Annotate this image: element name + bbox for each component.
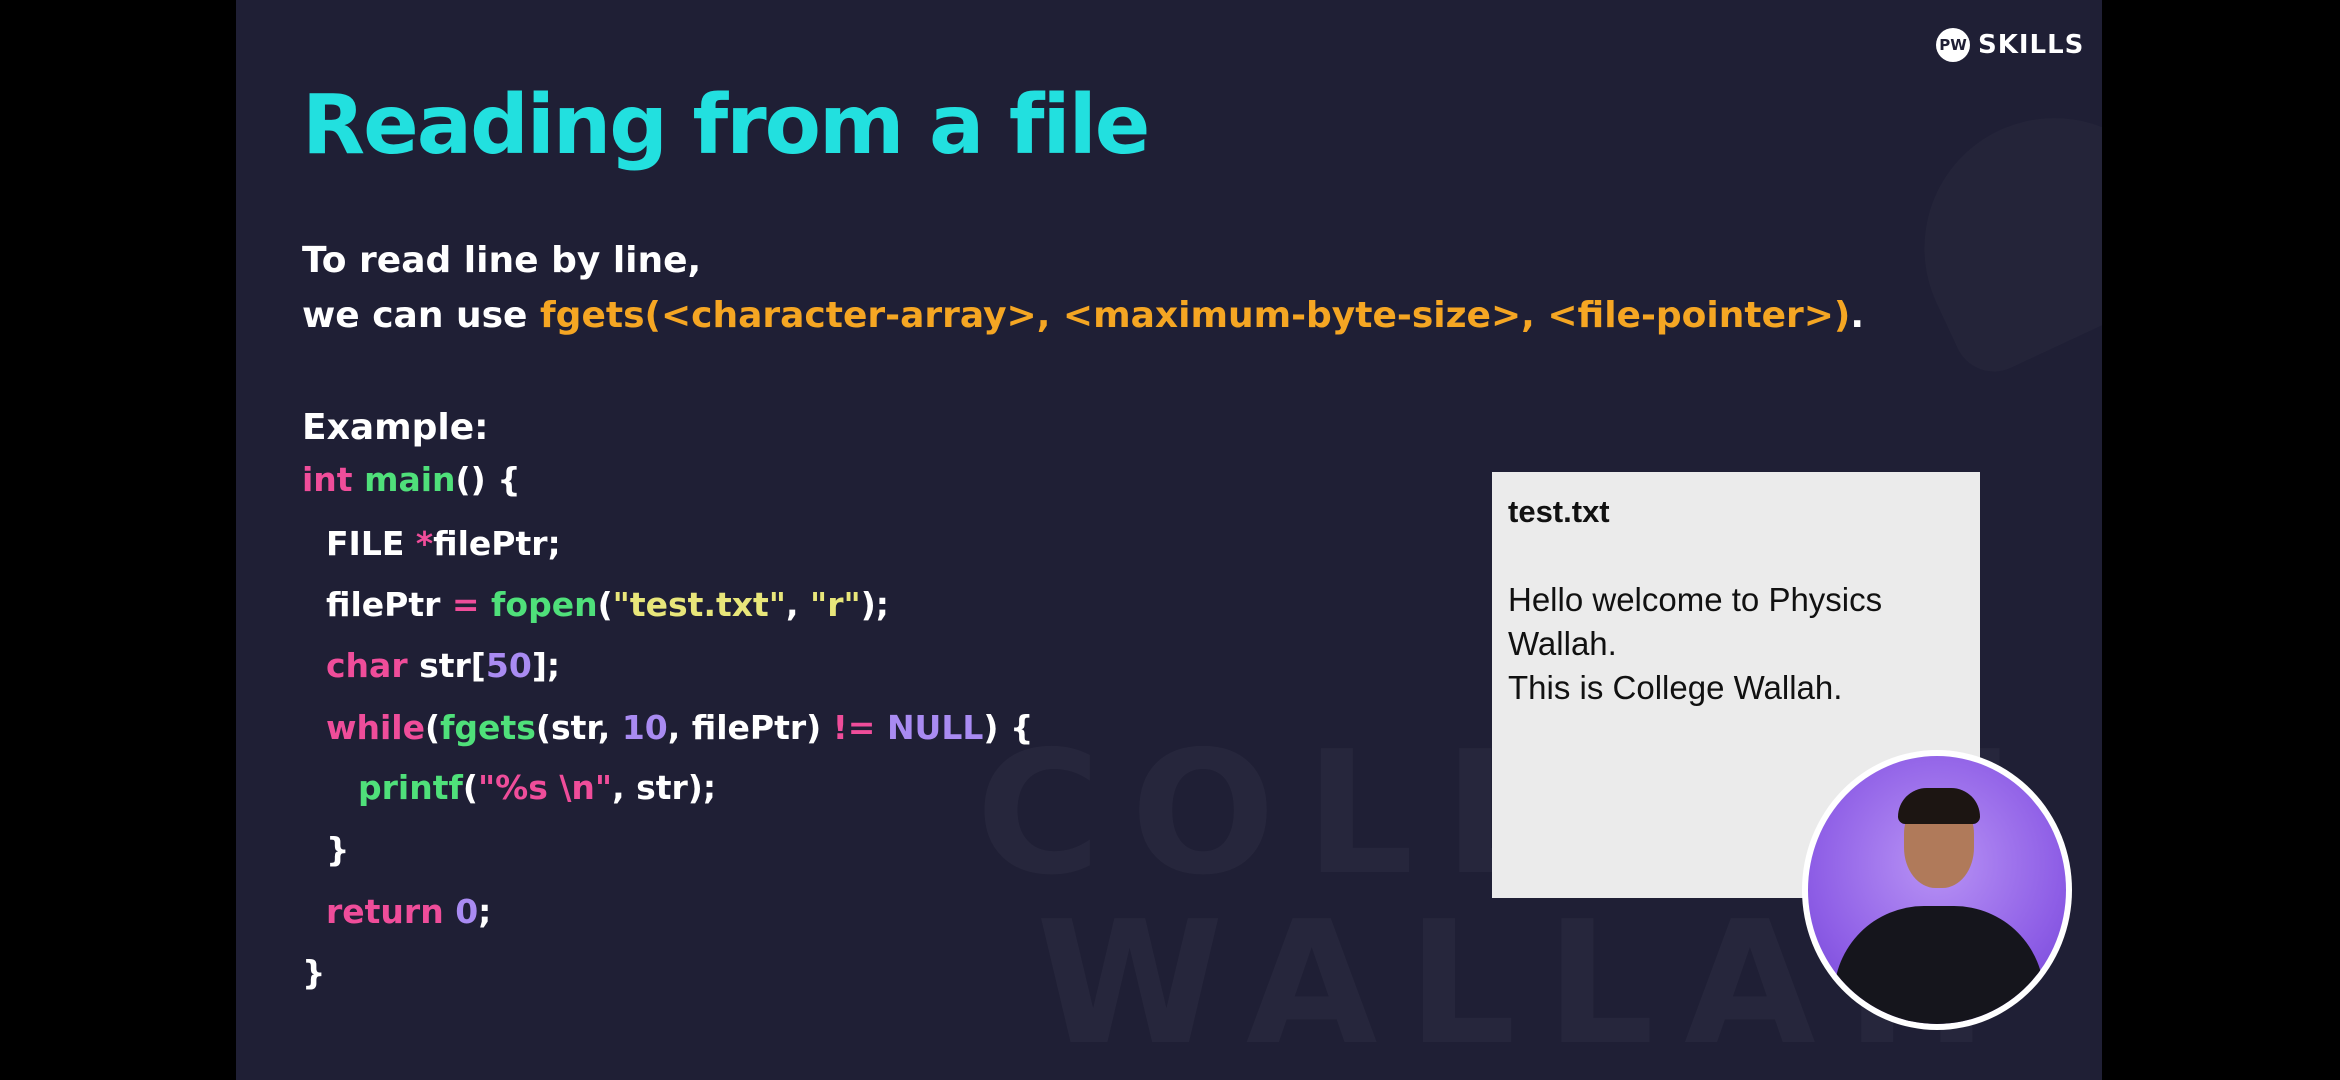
- code-token: , str);: [612, 768, 717, 807]
- code-line: return 0;: [326, 892, 491, 931]
- code-token: FILE: [326, 524, 416, 563]
- code-line: }: [302, 953, 326, 992]
- code-token: char: [326, 646, 420, 685]
- code-line: printf("%s \n", str);: [358, 768, 716, 807]
- code-token: filePtr;: [433, 524, 561, 563]
- file-content-line: This is College Wallah.: [1508, 669, 1843, 706]
- file-name: test.txt: [1508, 494, 1610, 529]
- code-token: );: [860, 585, 889, 624]
- code-line: int main() {: [302, 460, 521, 499]
- file-content-line: Hello welcome to Physics: [1508, 581, 1883, 618]
- presenter-video: [1802, 750, 2072, 1030]
- code-line: char str[50];: [326, 646, 560, 685]
- code-token: return: [326, 892, 456, 931]
- code-token: 0: [455, 892, 479, 931]
- code-token: "%s \n": [477, 768, 613, 807]
- code-token: str[: [419, 646, 486, 685]
- presenter-body: [1834, 906, 2044, 1024]
- code-line: filePtr = fopen("test.txt", "r");: [326, 585, 889, 624]
- fgets-signature: fgets(<character-array>, <maximum-byte-s…: [540, 295, 1851, 336]
- code-token: NULL: [886, 708, 984, 747]
- file-content-line: Wallah.: [1508, 625, 1617, 662]
- code-line: FILE *filePtr;: [326, 524, 561, 563]
- pw-logo-icon: PW: [1936, 28, 1970, 62]
- intro-prefix: we can use: [302, 295, 541, 336]
- code-token: =: [451, 585, 480, 624]
- watermark-swoosh: [1882, 75, 2102, 384]
- code-token: ;: [478, 892, 492, 931]
- code-token: printf: [358, 768, 463, 807]
- code-token: fgets: [440, 708, 536, 747]
- code-token: (: [462, 768, 478, 807]
- file-content: Hello welcome to Physics Wallah. This is…: [1508, 578, 1964, 710]
- code-line: while(fgets(str, 10, filePtr) != NULL) {: [326, 708, 1034, 747]
- code-token: ,: [786, 585, 811, 624]
- code-token: *: [415, 524, 434, 563]
- code-token: }: [326, 830, 350, 869]
- code-token: 10: [621, 708, 668, 747]
- code-token: , filePtr): [667, 708, 833, 747]
- intro-line-2: we can use fgets(<character-array>, <max…: [302, 295, 1864, 336]
- code-token: (: [597, 585, 613, 624]
- code-token: int: [302, 460, 365, 499]
- presenter-background: [1808, 756, 2066, 1024]
- code-token: while: [326, 708, 425, 747]
- code-token: }: [302, 953, 326, 992]
- logo-text: SKILLS: [1978, 30, 2085, 60]
- code-token: () {: [455, 460, 521, 499]
- presentation-slide: COLLEGE WALLAH PW SKILLS Reading from a …: [236, 0, 2102, 1080]
- slide-title: Reading from a file: [302, 78, 1150, 173]
- example-label: Example:: [302, 407, 489, 448]
- code-token: !=: [832, 708, 876, 747]
- code-token: fopen: [491, 585, 598, 624]
- code-token: (str,: [535, 708, 622, 747]
- code-token: ];: [531, 646, 561, 685]
- skills-logo: PW SKILLS: [1936, 28, 2084, 62]
- code-token: filePtr: [326, 585, 452, 624]
- code-token: "r": [810, 585, 861, 624]
- code-token: 50: [485, 646, 532, 685]
- code-token: "test.txt": [612, 585, 787, 624]
- code-token: (: [424, 708, 441, 747]
- intro-suffix: .: [1850, 295, 1865, 336]
- code-line: }: [326, 830, 350, 869]
- presenter-hair: [1898, 788, 1980, 824]
- intro-line-1: To read line by line,: [302, 240, 702, 281]
- code-token: ) {: [983, 708, 1034, 747]
- code-token: main: [364, 460, 456, 499]
